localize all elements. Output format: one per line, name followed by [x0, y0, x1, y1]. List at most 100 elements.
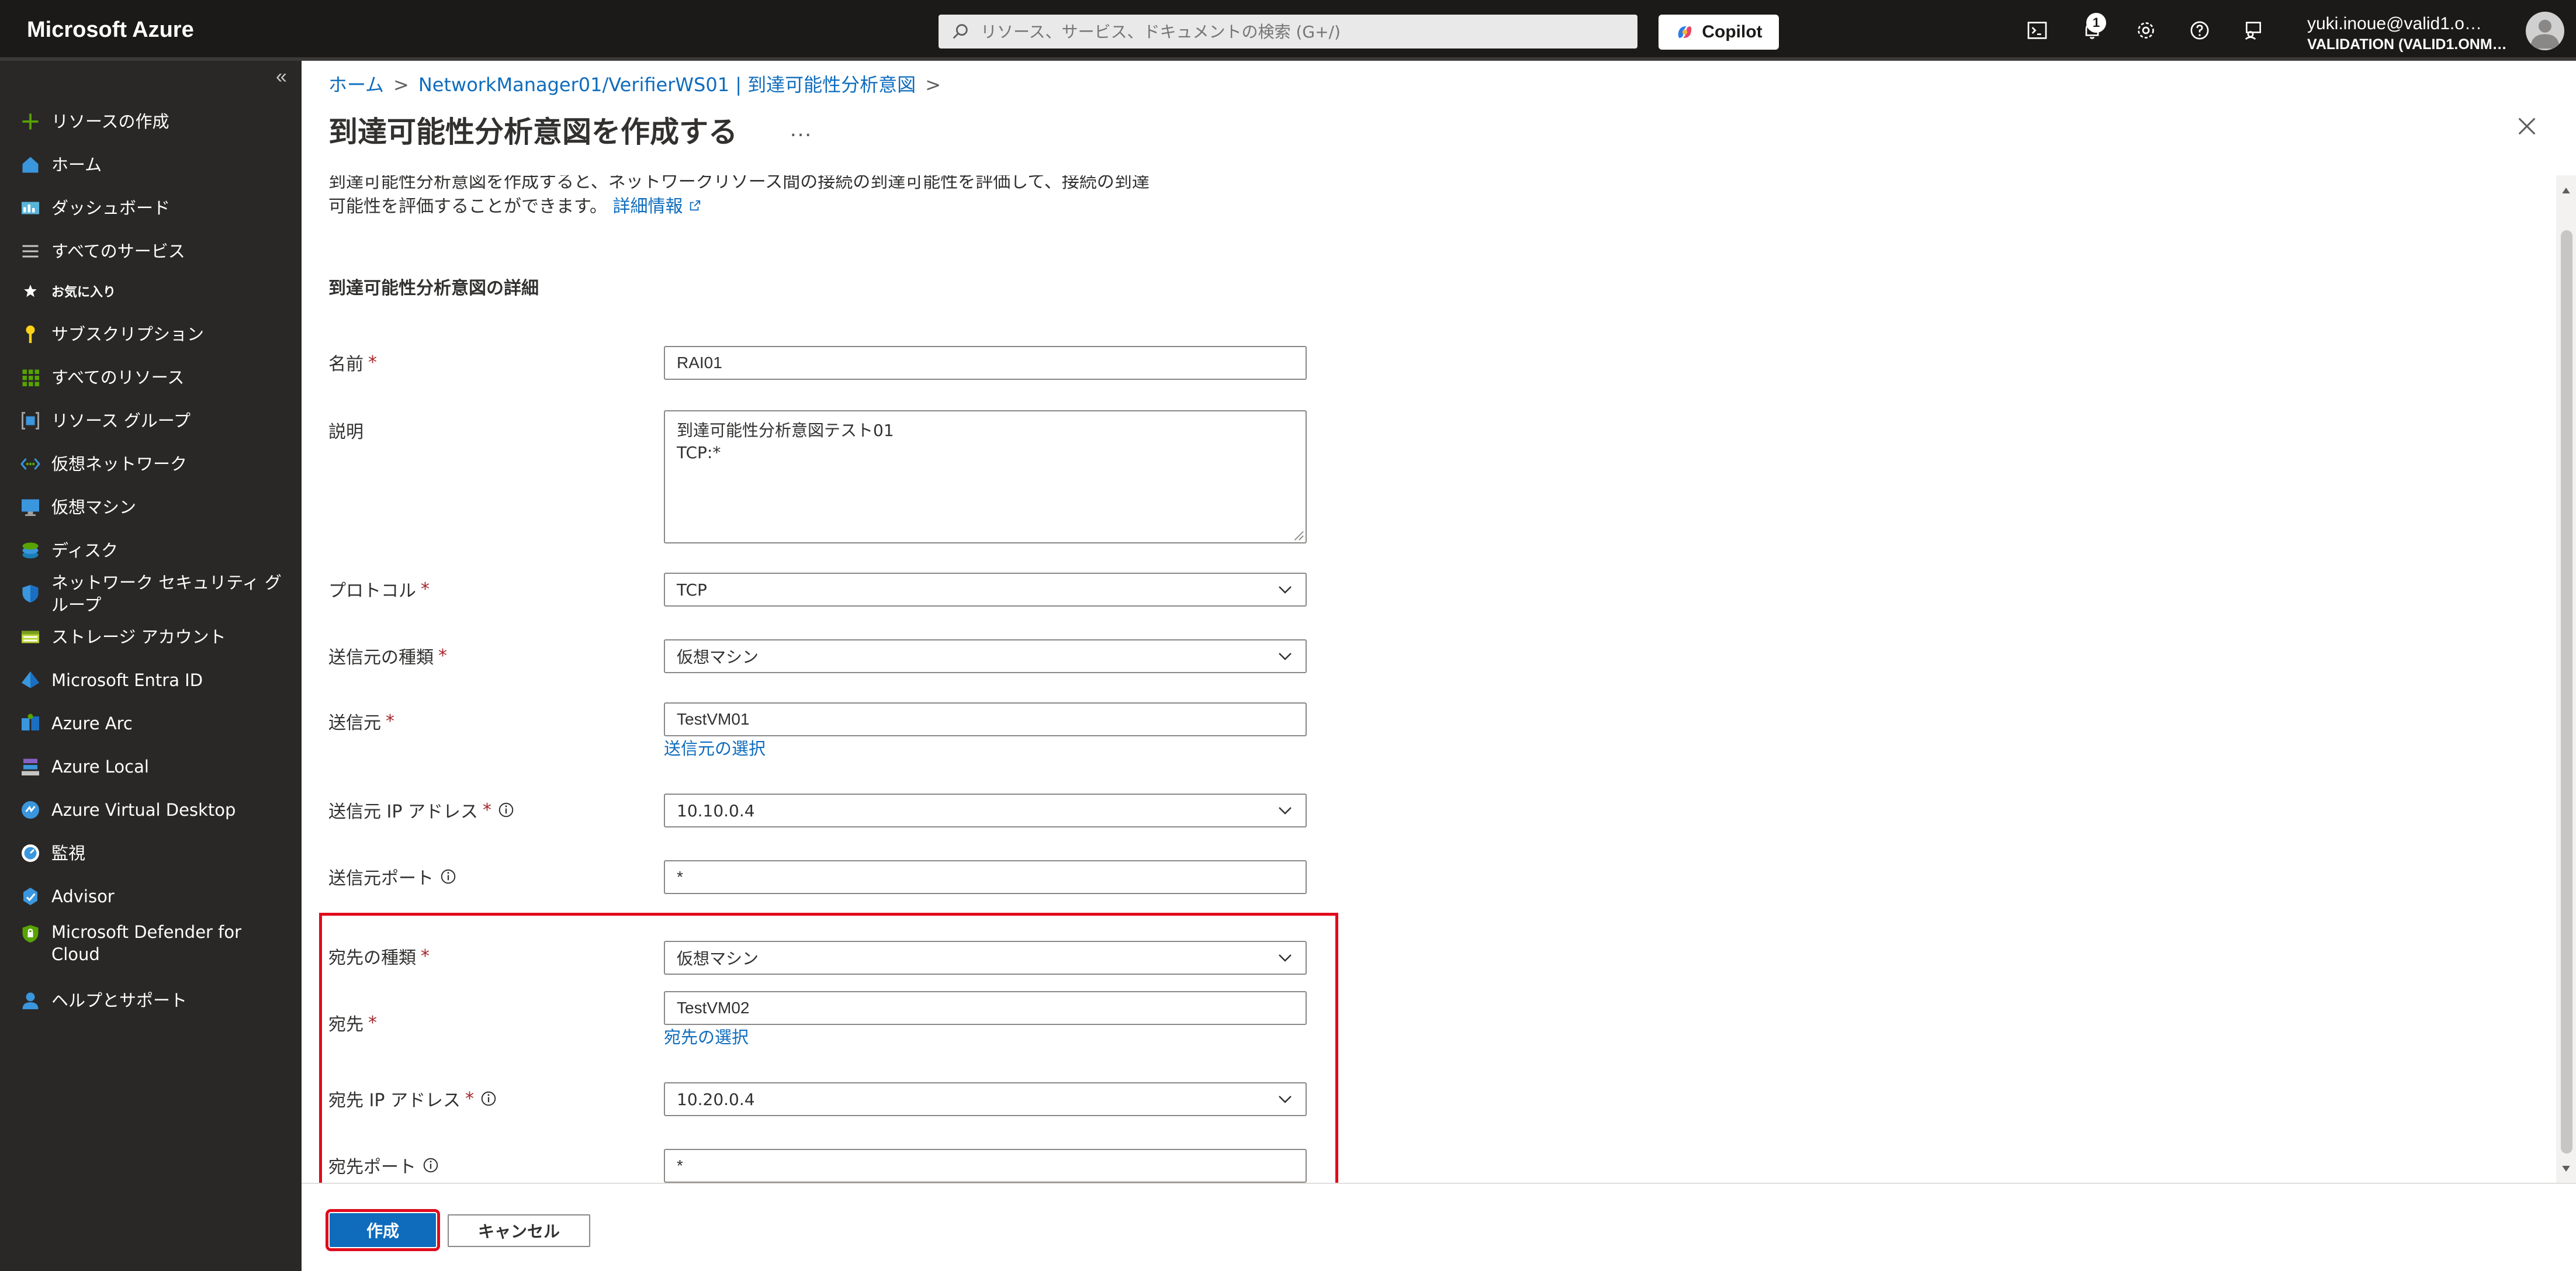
sidebar-item-label: ヘルプとサポート	[51, 991, 188, 1010]
required-marker: *	[421, 946, 430, 967]
select-source-link[interactable]: 送信元の選択	[664, 735, 766, 760]
sidebar-item-label: ディスク	[51, 541, 118, 560]
source-port-input[interactable]: *	[664, 860, 1307, 894]
copilot-label: Copilot	[1702, 22, 1763, 41]
dest-ip-value: 10.20.0.4	[677, 1089, 755, 1109]
home-icon	[18, 152, 43, 178]
dest-ip-label: 宛先 IP アドレス *	[328, 1086, 497, 1111]
protocol-select[interactable]: TCP	[664, 573, 1307, 607]
resize-grip-icon[interactable]	[1292, 528, 1304, 541]
feedback-icon[interactable]	[2242, 19, 2265, 42]
cancel-button[interactable]: キャンセル	[448, 1214, 590, 1247]
scroll-down-icon[interactable]	[2560, 1163, 2572, 1175]
sidebar-item-label: Microsoft Defender for Cloud	[51, 922, 242, 964]
sidebar-item-azure-arc[interactable]: Azure Arc	[18, 705, 292, 742]
breadcrumb-home[interactable]: ホーム	[328, 74, 384, 96]
info-icon[interactable]	[497, 801, 515, 819]
dest-ip-select[interactable]: 10.20.0.4	[664, 1082, 1307, 1116]
dest-input[interactable]: TestVM02	[664, 991, 1307, 1025]
azure-local-icon	[18, 754, 43, 780]
form-panel: 到達可能性分析意図を作成すると、ネットワークリソース間の接続の到達可能性を評価し…	[302, 175, 2556, 1183]
sidebar-item-home[interactable]: ホーム	[18, 146, 292, 183]
settings-icon[interactable]	[2134, 19, 2158, 42]
sidebar-item-label: Advisor	[51, 886, 115, 906]
dest-port-label: 宛先ポート	[328, 1152, 439, 1178]
dest-type-select[interactable]: 仮想マシン	[664, 941, 1307, 975]
search-input[interactable]	[981, 22, 1623, 41]
sidebar-item-label: サブスクリプション	[51, 324, 205, 344]
sidebar-item-network-security-groups[interactable]: ネットワーク セキュリティ グループ	[18, 573, 292, 615]
sidebar-collapse-button[interactable]: «	[276, 65, 287, 88]
source-ip-value: 10.10.0.4	[677, 801, 755, 820]
sidebar-item-label: 仮想マシン	[51, 497, 137, 517]
scroll-up-icon[interactable]	[2560, 185, 2572, 196]
chevron-down-icon	[1279, 807, 1292, 815]
support-icon	[18, 988, 43, 1013]
sidebar-item-help-support[interactable]: ヘルプとサポート	[18, 982, 292, 1019]
help-icon[interactable]	[2188, 19, 2211, 42]
source-ip-select[interactable]: 10.10.0.4	[664, 794, 1307, 827]
source-ip-label-text: 送信元 IP アドレス	[328, 802, 479, 822]
sidebar-item-monitor[interactable]: 監視	[18, 834, 292, 872]
sidebar-item-label: Azure Arc	[51, 714, 133, 733]
sidebar-item-disks[interactable]: ディスク	[18, 532, 292, 569]
favorites-label: お気に入り	[51, 285, 116, 300]
required-marker: *	[368, 352, 377, 373]
required-marker: *	[438, 645, 447, 666]
create-button[interactable]: 作成	[326, 1209, 440, 1251]
vnet-icon	[18, 451, 43, 477]
cloud-shell-icon[interactable]	[2026, 19, 2049, 42]
name-input[interactable]: RAI01	[664, 346, 1307, 380]
sidebar-item-resource-groups[interactable]: リソース グループ	[18, 402, 292, 439]
avatar[interactable]	[2526, 12, 2564, 50]
sidebar-item-storage-accounts[interactable]: ストレージ アカウント	[18, 618, 292, 656]
brand-logo[interactable]: Microsoft Azure	[27, 18, 194, 43]
dest-label-text: 宛先	[328, 1014, 363, 1035]
required-marker: *	[421, 579, 430, 600]
source-type-label: 送信元の種類 *	[328, 643, 447, 669]
sidebar-item-advisor[interactable]: Advisor	[18, 878, 292, 915]
sidebar-item-all-services[interactable]: すべてのサービス	[18, 233, 292, 270]
intro-text: 可能性を評価することができます。 詳細情報	[328, 192, 701, 217]
sidebar-item-entra-id[interactable]: Microsoft Entra ID	[18, 662, 292, 699]
sidebar-item-azure-virtual-desktop[interactable]: Azure Virtual Desktop	[18, 791, 292, 829]
avd-icon	[18, 797, 43, 823]
chevron-down-icon	[1279, 954, 1292, 962]
sidebar-item-dashboard[interactable]: ダッシュボード	[18, 189, 292, 227]
close-icon[interactable]	[2515, 115, 2539, 138]
user-name[interactable]: yuki.inoue@valid1.o…	[2307, 14, 2482, 34]
sidebar-item-label: すべてのリソース	[51, 368, 185, 387]
dest-label: 宛先 *	[328, 1010, 377, 1035]
source-type-select[interactable]: 仮想マシン	[664, 639, 1307, 673]
chevron-down-icon	[1279, 586, 1292, 594]
scrollbar-thumb[interactable]	[2561, 230, 2572, 1154]
global-search[interactable]	[939, 15, 1637, 49]
vm-icon	[18, 494, 43, 520]
breadcrumb-separator: >	[393, 74, 409, 96]
info-icon[interactable]	[439, 868, 457, 885]
info-icon[interactable]	[480, 1090, 497, 1107]
section-title: 到達可能性分析意図の詳細	[328, 278, 539, 299]
sidebar-item-virtual-machines[interactable]: 仮想マシン	[18, 489, 292, 526]
info-icon[interactable]	[422, 1156, 439, 1174]
sidebar-item-defender-for-cloud[interactable]: Microsoft Defender for Cloud	[18, 921, 292, 970]
sidebar-item-label: 監視	[51, 843, 86, 863]
more-options-button[interactable]: …	[789, 116, 813, 142]
user-directory[interactable]: VALIDATION (VALID1.ONM…	[2307, 36, 2507, 53]
source-input[interactable]: TestVM01	[664, 702, 1307, 736]
sidebar-item-all-resources[interactable]: すべてのリソース	[18, 359, 292, 396]
vertical-scrollbar[interactable]	[2556, 175, 2576, 1183]
select-dest-link[interactable]: 宛先の選択	[664, 1024, 749, 1048]
dest-port-input[interactable]: *	[664, 1149, 1307, 1183]
grid-icon	[18, 365, 43, 390]
description-line: 到達可能性分析意図テスト01	[677, 421, 894, 440]
sidebar-item-create-resource[interactable]: リソースの作成	[18, 103, 292, 140]
description-textarea[interactable]: 到達可能性分析意図テスト01 TCP:*	[664, 410, 1307, 543]
breadcrumb-parent[interactable]: NetworkManager01/VerifierWS01 | 到達可能性分析意…	[418, 74, 916, 96]
sidebar-item-azure-local[interactable]: Azure Local	[18, 748, 292, 785]
copilot-button[interactable]: Copilot	[1659, 15, 1779, 50]
sidebar-item-virtual-networks[interactable]: 仮想ネットワーク	[18, 445, 292, 483]
learn-more-link[interactable]: 詳細情報	[613, 196, 702, 217]
description-line: TCP:*	[677, 443, 721, 462]
sidebar-item-subscriptions[interactable]: サブスクリプション	[18, 316, 292, 353]
